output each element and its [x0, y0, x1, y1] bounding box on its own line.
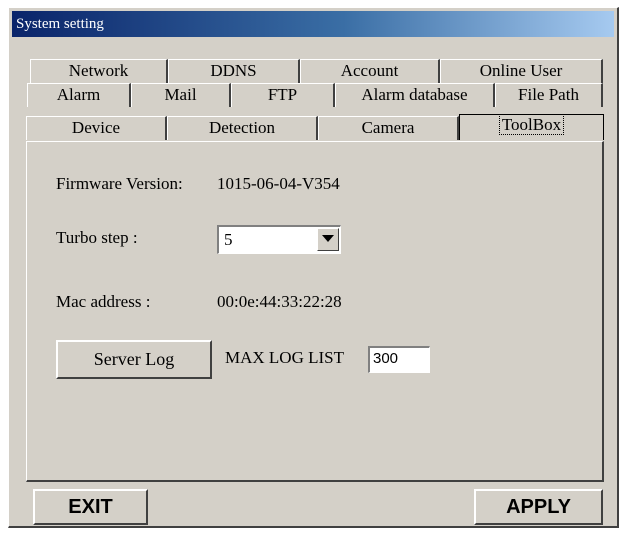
tab-device[interactable]: Device: [26, 116, 167, 140]
tab-camera[interactable]: Camera: [318, 116, 459, 140]
tab-online-user[interactable]: Online User: [440, 59, 603, 83]
window-titlebar[interactable]: System setting: [12, 11, 614, 37]
exit-button[interactable]: EXIT: [33, 489, 148, 525]
turbo-step-select[interactable]: 5: [217, 225, 341, 254]
server-log-button[interactable]: Server Log: [56, 340, 212, 379]
tab-file-path[interactable]: File Path: [495, 83, 603, 107]
mac-address-label: Mac address :: [56, 292, 151, 311]
apply-button[interactable]: APPLY: [474, 489, 603, 525]
max-log-list-label: MAX LOG LIST: [225, 348, 344, 367]
window-title: System setting: [16, 16, 104, 32]
mac-address-value: 00:0e:44:33:22:28: [217, 292, 342, 311]
tab-account[interactable]: Account: [300, 59, 440, 83]
chevron-down-icon: [322, 235, 334, 242]
tab-network[interactable]: Network: [30, 59, 168, 83]
tab-alarm-database[interactable]: Alarm database: [335, 83, 495, 107]
turbo-step-label: Turbo step :: [56, 228, 138, 247]
turbo-step-value: 5: [224, 230, 233, 249]
firmware-version-value: 1015-06-04-V354: [217, 174, 340, 193]
max-log-list-input[interactable]: 300: [368, 346, 430, 373]
tab-ftp[interactable]: FTP: [231, 83, 335, 107]
tab-toolbox[interactable]: ToolBox: [459, 114, 604, 140]
tab-ddns[interactable]: DDNS: [168, 59, 300, 83]
dropdown-arrow-button[interactable]: [317, 228, 339, 251]
system-setting-window: System setting Network DDNS Account Onli…: [8, 7, 619, 528]
tab-alarm[interactable]: Alarm: [27, 83, 131, 107]
tab-mail[interactable]: Mail: [131, 83, 231, 107]
firmware-version-label: Firmware Version:: [56, 174, 183, 193]
tab-detection[interactable]: Detection: [167, 116, 318, 140]
